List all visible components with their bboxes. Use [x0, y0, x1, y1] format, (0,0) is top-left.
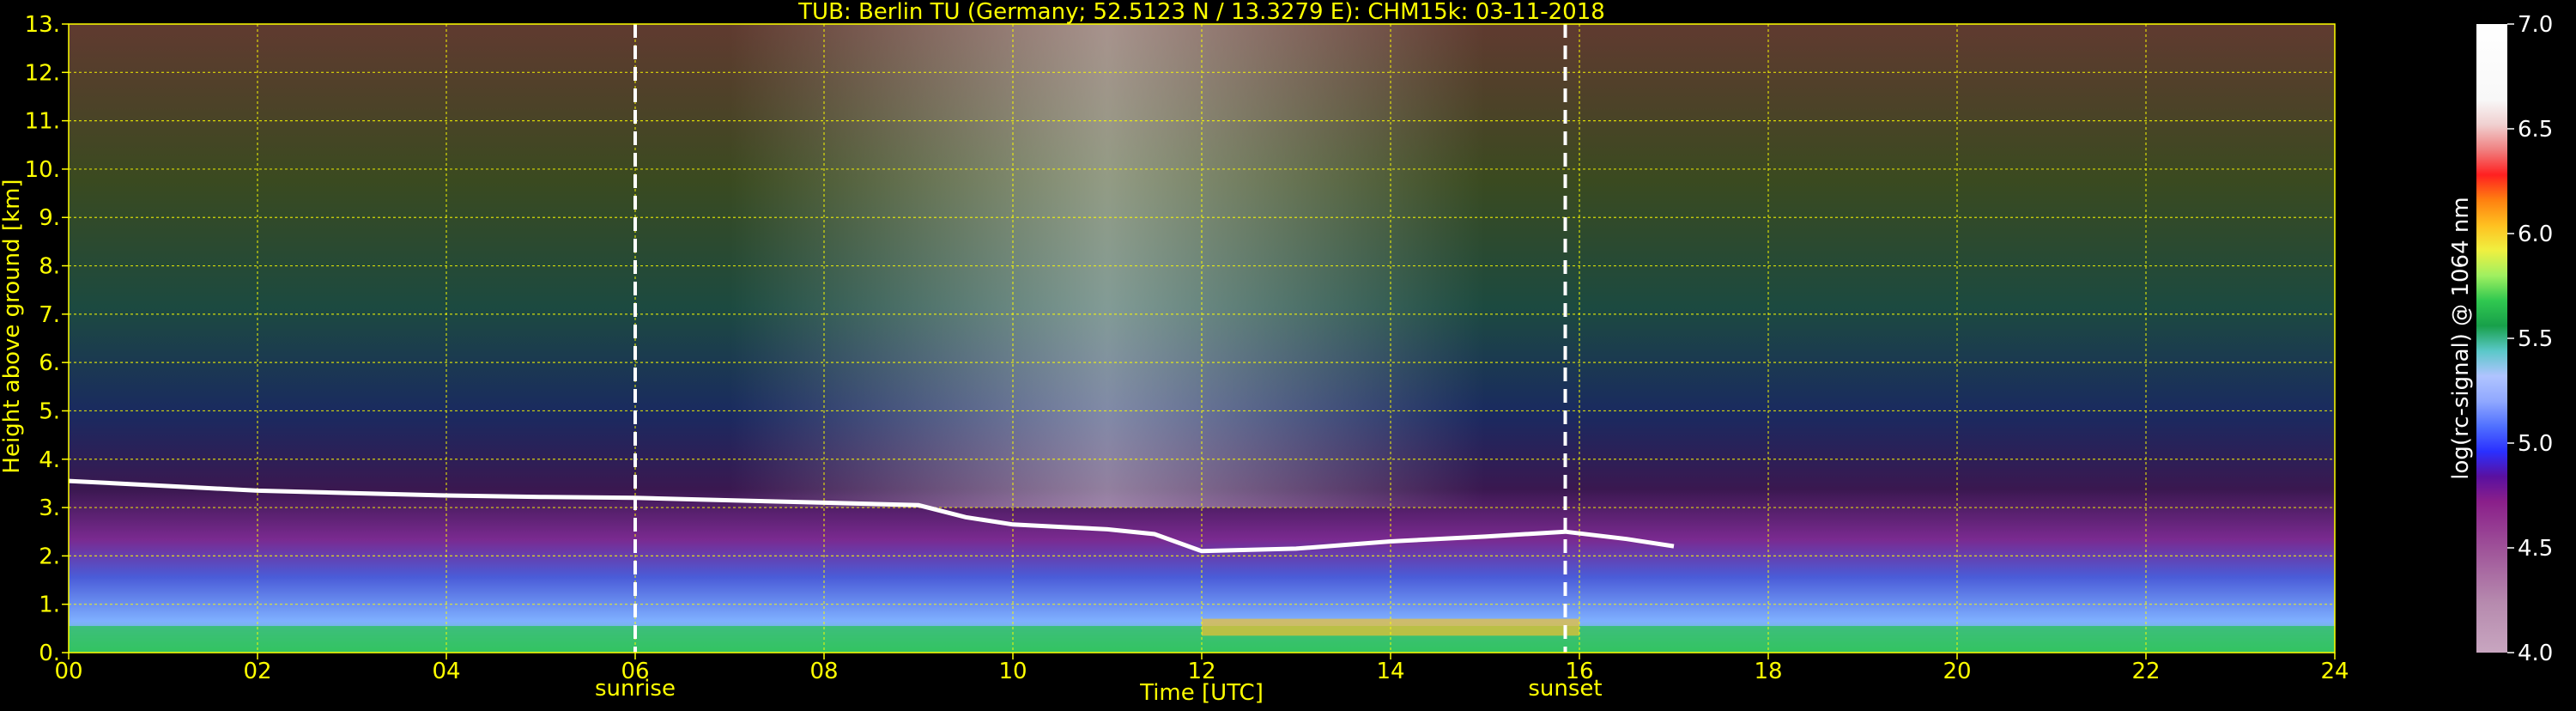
colorbar-label: log(rc-signal) @ 1064 nm [2448, 197, 2474, 479]
y-tick-label: 5. [39, 398, 60, 424]
y-axis-label: Height above ground [km] [0, 179, 25, 473]
y-tick-label: 9. [39, 205, 60, 231]
x-tick-label: 10 [998, 659, 1027, 684]
chart-title: TUB: Berlin TU (Germany; 52.5123 N / 13.… [797, 0, 1605, 25]
x-tick-label: 24 [2320, 659, 2349, 684]
x-tick-label: 20 [1943, 659, 1971, 684]
x-tick-label: 02 [243, 659, 271, 684]
y-tick-label: 12. [25, 60, 60, 86]
y-tick-label: 4. [39, 447, 60, 473]
y-tick-label: 13. [25, 12, 60, 38]
y-tick-label: 2. [39, 544, 60, 569]
y-tick-label: 8. [39, 254, 60, 280]
y-tick-label: 0. [39, 641, 60, 666]
x-tick-label: 08 [809, 659, 838, 684]
y-tick-label: 11. [25, 109, 60, 135]
colorbar-tick-label: 5.0 [2518, 431, 2553, 457]
colorbar-tick-label: 4.0 [2518, 641, 2553, 666]
x-tick-label: 18 [1754, 659, 1782, 684]
colorbar-gradient [2476, 24, 2507, 653]
y-tick-label: 1. [39, 592, 60, 618]
x-tick-label: 22 [2131, 659, 2160, 684]
y-axis: 0. 1. 2. 3. 4. 5. 6. 7. 8. 9. 10. 11. 12. 13. [25, 12, 69, 666]
colorbar: 4.0 4.5 5.0 5.5 6.0 6.5 7.0 log(rc-signal) @ 1… [2448, 12, 2553, 666]
colorbar-tick-label: 7.0 [2518, 12, 2553, 38]
colorbar-tick-label: 5.5 [2518, 326, 2553, 352]
y-tick-label: 6. [39, 350, 60, 376]
x-axis-label: Time [UTC] [1139, 680, 1264, 706]
lidar-chart: sunrise sunset 00 02 04 06 08 10 12 14 16 18 20 22 24… [0, 0, 2576, 708]
x-tick-label: 06 [621, 659, 649, 684]
colorbar-tick-label: 4.5 [2518, 536, 2553, 562]
y-tick-label: 10. [25, 157, 60, 183]
y-tick-label: 3. [39, 495, 60, 521]
colorbar-tick-label: 6.0 [2518, 222, 2553, 247]
x-tick-label: 14 [1376, 659, 1404, 684]
colorbar-tick-label: 6.5 [2518, 117, 2553, 143]
x-tick-label: 16 [1565, 659, 1593, 684]
x-tick-label: 04 [432, 659, 460, 684]
y-tick-label: 7. [39, 302, 60, 328]
